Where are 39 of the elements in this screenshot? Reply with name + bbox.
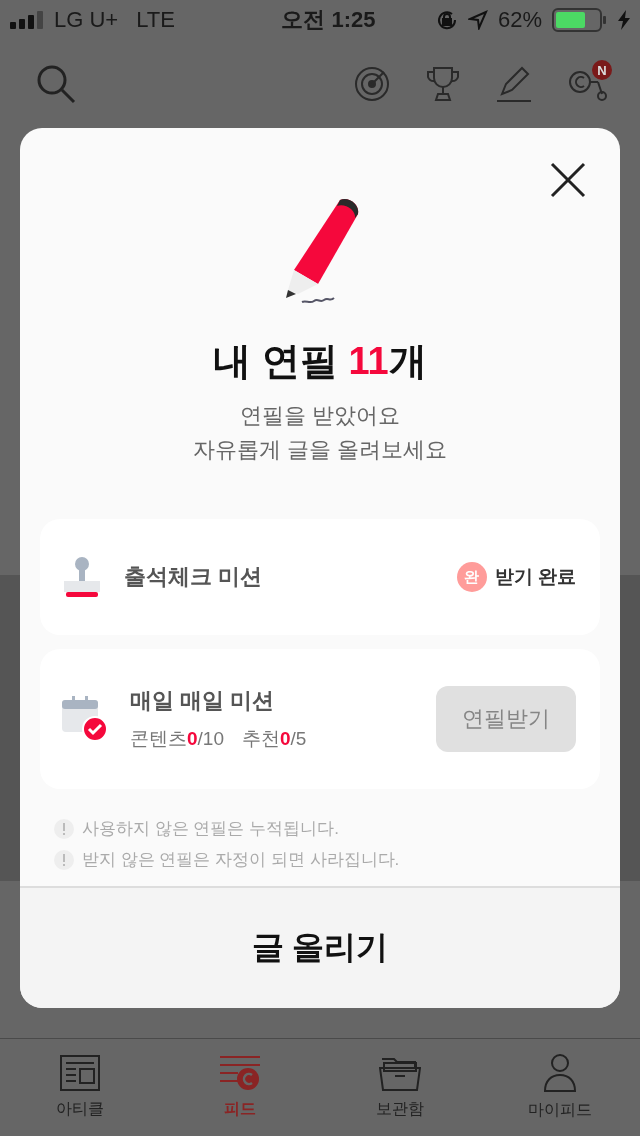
battery-percent: 62% [497, 7, 542, 33]
mission-title: 매일 매일 미션 [130, 687, 276, 715]
search-icon[interactable] [36, 64, 76, 104]
battery-icon [552, 8, 608, 32]
network-label: LTE [136, 7, 175, 33]
tab-label[interactable]: 보관함 [376, 1099, 424, 1120]
signal-icon [10, 11, 44, 29]
person-icon[interactable] [544, 1054, 576, 1092]
close-icon [550, 162, 586, 198]
status-label: 받기 완료 [494, 565, 576, 589]
rotation-lock-icon [435, 9, 458, 31]
newspaper-icon[interactable] [60, 1055, 100, 1091]
progress-text: 콘텐츠0/10 [130, 727, 224, 751]
exclamation-icon [54, 818, 74, 839]
folder-icon[interactable] [379, 1055, 421, 1091]
tab-label[interactable]: 피드 [224, 1099, 256, 1120]
stamp-icon [62, 556, 102, 598]
clock-time: 오전 1:25 [281, 6, 376, 34]
calendar-check-icon [62, 696, 108, 742]
close-button[interactable] [550, 162, 586, 198]
note-text: 사용하지 않은 연필은 누적됩니다. [82, 818, 339, 840]
trophy-icon[interactable] [426, 66, 460, 102]
pencil-count-title: 내 연필 11개 [213, 339, 427, 384]
notification-badge: N [592, 60, 612, 80]
target-icon[interactable] [354, 66, 390, 102]
tab-label[interactable]: 마이피드 [528, 1100, 592, 1121]
carrier-label: LG U+ [54, 7, 119, 33]
location-arrow-icon [467, 10, 488, 30]
dialog-subtitle: 연필을 받았어요 자유롭게 글을 올려보세요 [192, 402, 448, 464]
exclamation-icon [54, 849, 74, 870]
pencil-icon[interactable] [496, 66, 532, 102]
charging-bolt-icon [618, 10, 630, 30]
feed-icon[interactable] [219, 1055, 261, 1091]
post-button[interactable]: 글 올리기 [20, 886, 620, 1008]
note-text: 받지 않은 연필은 자정이 되면 사라집니다. [82, 849, 400, 871]
complete-badge: 완 [456, 562, 487, 592]
progress-text: 추천0/5 [242, 727, 307, 751]
tab-label[interactable]: 아티클 [56, 1099, 104, 1120]
mission-title: 출석체크 미션 [124, 563, 264, 591]
